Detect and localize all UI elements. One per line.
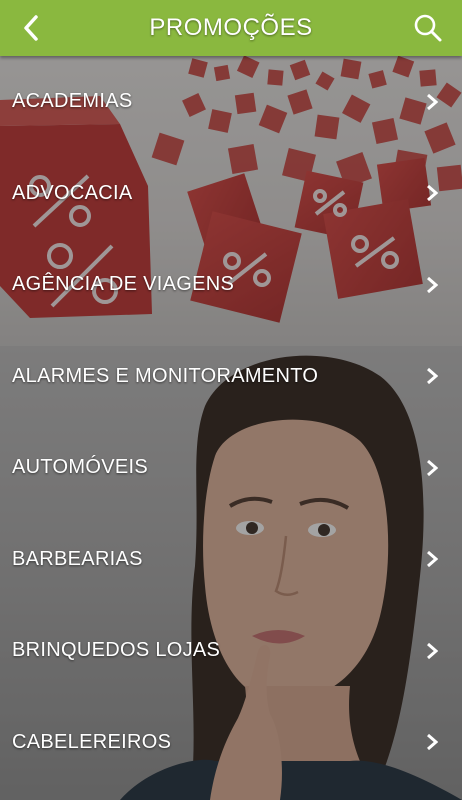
chevron-right-icon — [427, 185, 438, 202]
list-item-agencia-de-viagens[interactable]: AGÊNCIA DE VIAGENS — [0, 239, 462, 331]
list-item-label: CABELEREIROS — [12, 730, 172, 753]
page-title: PROMOÇÕES — [149, 14, 313, 41]
list-item-label: BARBEARIAS — [12, 547, 143, 570]
list-item-label: ALARMES E MONITORAMENTO — [12, 364, 319, 387]
list-item-cabelereiros[interactable]: CABELEREIROS — [0, 697, 462, 789]
category-list: ACADEMIAS ADVOCACIA AGÊNCIA DE VIAGENS A… — [0, 56, 462, 788]
list-item-label: ADVOCACIA — [12, 181, 133, 204]
chevron-right-icon — [427, 368, 438, 385]
chevron-right-icon — [427, 734, 438, 751]
list-item-label: AUTOMÓVEIS — [12, 456, 148, 479]
list-item-barbearias[interactable]: BARBEARIAS — [0, 514, 462, 606]
list-item-label: ACADEMIAS — [12, 90, 133, 113]
chevron-right-icon — [427, 551, 438, 568]
search-button[interactable] — [412, 12, 444, 44]
chevron-right-icon — [427, 276, 438, 293]
list-item-brinquedos-lojas[interactable]: BRINQUEDOS LOJAS — [0, 605, 462, 697]
back-button[interactable] — [18, 12, 48, 44]
list-item-alarmes-e-monitoramento[interactable]: ALARMES E MONITORAMENTO — [0, 331, 462, 423]
list-item-label: AGÊNCIA DE VIAGENS — [12, 273, 235, 296]
list-item-advocacia[interactable]: ADVOCACIA — [0, 148, 462, 240]
chevron-right-icon — [427, 93, 438, 110]
list-item-academias[interactable]: ACADEMIAS — [0, 56, 462, 148]
chevron-right-icon — [427, 642, 438, 659]
search-icon — [414, 14, 442, 42]
list-item-automoveis[interactable]: AUTOMÓVEIS — [0, 422, 462, 514]
list-item-label: BRINQUEDOS LOJAS — [12, 639, 221, 662]
chevron-left-icon — [24, 15, 38, 41]
app-header: PROMOÇÕES — [0, 0, 462, 56]
chevron-right-icon — [427, 459, 438, 476]
